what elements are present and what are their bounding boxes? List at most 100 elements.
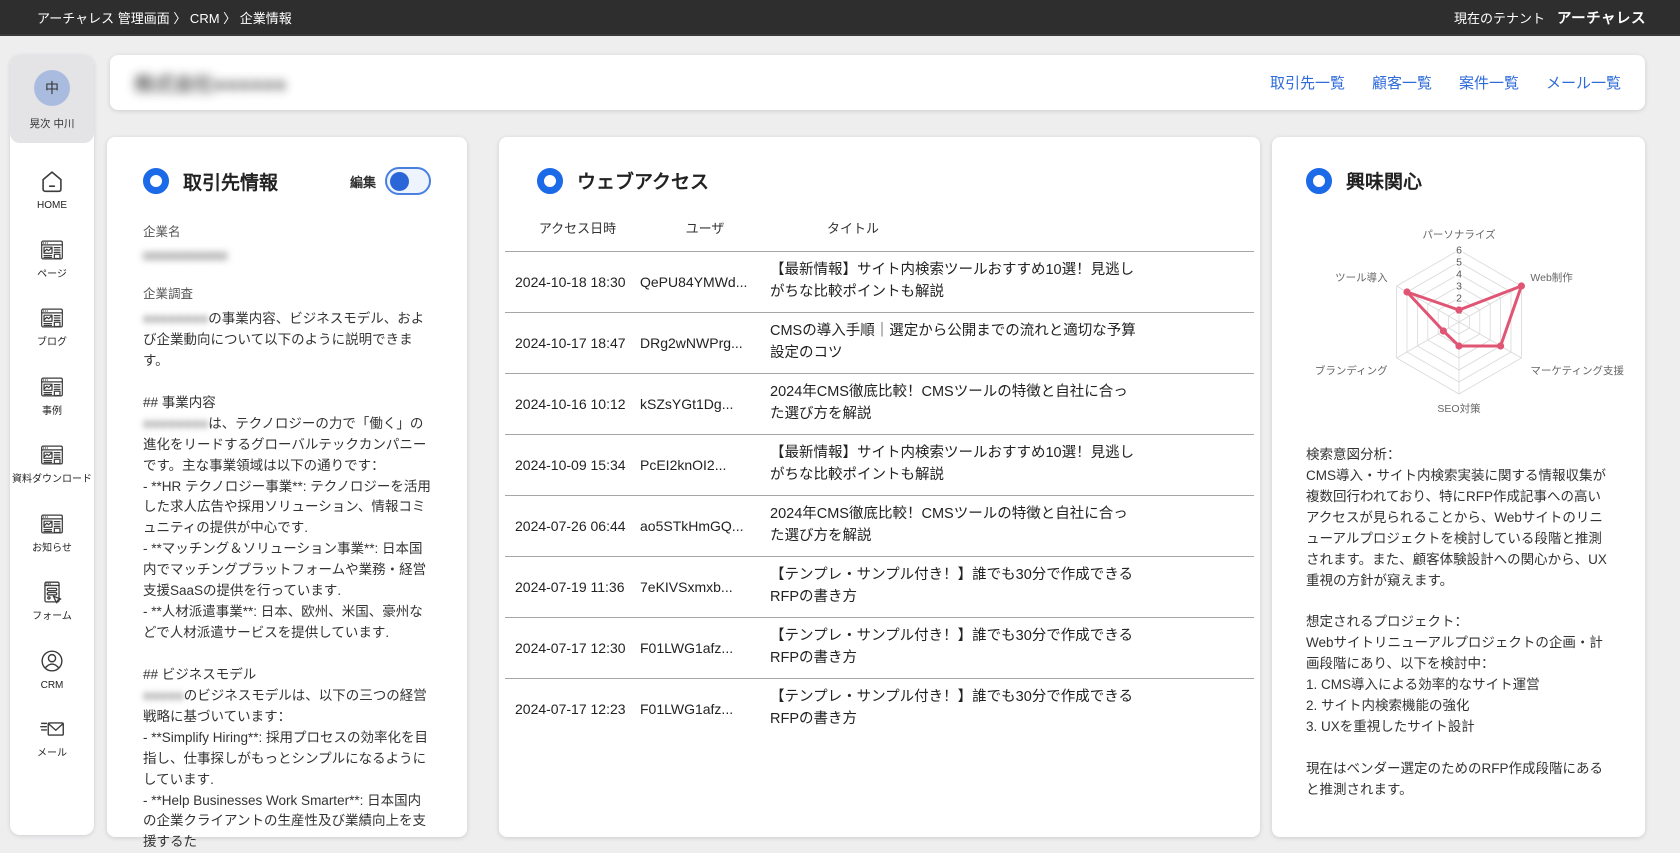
sidebar-user-card[interactable]: 中 晃次 中川 [10, 55, 94, 143]
sidebar-item-label: 資料ダウンロード [12, 474, 92, 485]
svg-text:ブランディング: ブランディング [1315, 364, 1388, 377]
column-header-datetime: アクセス日時 [538, 221, 617, 236]
sidebar-item-home[interactable]: HOME [10, 166, 94, 212]
column-header-title: タイトル [827, 221, 880, 236]
company-research-text: ●●●●●●●●の事業内容、ビジネスモデル、および企業動向について以下のように説… [143, 311, 431, 850]
person-icon [10, 646, 94, 676]
form-icon [10, 577, 94, 607]
svg-text:パーソナライズ: パーソナライズ [1422, 228, 1495, 241]
access-page-title: 【最新情報】サイト内検索ツールおすすめ10選！見逃しがちな比較ポイントも解説 [770, 262, 1135, 300]
access-datetime: 2024-07-26 06:44 [515, 518, 626, 534]
access-user-id: F01LWG1afz... [640, 640, 734, 656]
web-access-card: ウェブアクセス アクセス日時 ユーザ タイトル 2024-10-18 18:30… [499, 137, 1260, 837]
access-user-id: kSZsYGt1Dg... [640, 396, 734, 412]
header-links: 取引先一覧 顧客一覧 案件一覧 メール一覧 [1270, 72, 1621, 93]
web-access-column-headers: アクセス日時 ユーザ タイトル [515, 218, 1230, 237]
home-icon [10, 166, 94, 196]
account-card-head: 取引先情報 編集 [143, 167, 431, 195]
access-datetime: 2024-10-09 15:34 [515, 457, 626, 473]
access-datetime: 2024-07-19 11:36 [515, 579, 625, 595]
redacted-company-name: 株式会社●●●●●● [134, 74, 287, 96]
user-name: 晃次 中川 [29, 118, 75, 130]
access-user-id: QePU84YMWd... [640, 274, 748, 290]
web-access-row[interactable]: 2024-07-19 11:36 7eKIVSxmxb... 【テンプレ・サンプル付… [505, 556, 1254, 617]
page-icon [10, 509, 94, 539]
toggle-knob [390, 171, 409, 191]
interest-analysis-text: 検索意図分析： CMS導入・サイト内検索実装に関する情報収集が複数回行われており… [1306, 447, 1607, 797]
sidebar-item-label: フォーム [32, 611, 72, 622]
sidebar-item-blog[interactable]: ブログ [10, 303, 94, 349]
web-access-row[interactable]: 2024-10-18 18:30 QePU84YMWd... 【最新情報】サイト内検… [505, 251, 1254, 312]
breadcrumb[interactable]: アーチャレス 管理画面 〉 CRM 〉 企業情報 [37, 8, 292, 27]
sidebar-item-label: お知らせ [32, 542, 72, 554]
access-datetime: 2024-10-16 10:12 [515, 396, 626, 412]
redacted-text: ●●●●●●●● [143, 311, 209, 326]
page-icon [10, 235, 94, 265]
link-case-list[interactable]: 案件一覧 [1459, 72, 1519, 93]
access-datetime: 2024-07-17 12:30 [515, 640, 626, 656]
sidebar-item-news[interactable]: お知らせ [10, 509, 94, 555]
sidebar-item-crm[interactable]: CRM [10, 646, 94, 692]
mail-icon [10, 714, 94, 744]
sidebar-item-download[interactable]: 資料ダウンロード [10, 440, 94, 486]
access-user-id: ao5STkHmGQ... [640, 518, 744, 534]
svg-text:6: 6 [1456, 245, 1462, 257]
svg-text:3: 3 [1456, 281, 1462, 293]
edit-toggle[interactable] [385, 167, 431, 195]
account-info-card: 取引先情報 編集 企業名 ●●●●●●●●●● 企業調査 ●●●●●●●●の事業… [107, 137, 467, 849]
sidebar-item-label: メール [37, 748, 67, 759]
sidebar-item-label: HOME [37, 200, 67, 211]
page-icon [10, 372, 94, 402]
access-page-title: 【テンプレ・サンプル付き！】誰でも30分で作成できるRFPの書き方 [770, 567, 1133, 605]
sidebar-item-mail[interactable]: メール [10, 714, 94, 760]
sidebar-item-page[interactable]: ページ [10, 235, 94, 281]
sidebar-item-form[interactable]: フォーム [10, 577, 94, 623]
interest-card-head: 興味関心 [1306, 167, 1611, 194]
sidebar: 中 晃次 中川 HOME ページブログ事例資料ダウンロード お知らせフォーム CRM メ… [10, 55, 94, 835]
redacted-text: ●●●●● [143, 687, 184, 703]
avatar-initial: 中 [45, 80, 59, 96]
svg-text:Web制作: Web制作 [1530, 271, 1573, 284]
link-customer-list[interactable]: 顧客一覧 [1372, 72, 1432, 93]
web-access-row[interactable]: 2024-07-26 06:44 ao5STkHmGQ... 2024年CMS徹底比… [505, 495, 1254, 556]
sidebar-item-case[interactable]: 事例 [10, 372, 94, 418]
avatar: 中 [34, 70, 70, 106]
svg-text:ツール導入: ツール導入 [1335, 271, 1388, 284]
tenant-indicator: 現在のテナント アーチャレス [1454, 7, 1646, 28]
link-partner-list[interactable]: 取引先一覧 [1270, 72, 1345, 93]
interest-card: 興味関心 123456パーソナライズWeb制作マーケティング支援SEO対策ブラン… [1272, 137, 1645, 837]
page-header: 株式会社●●●●●● 取引先一覧 顧客一覧 案件一覧 メール一覧 [110, 55, 1645, 110]
company-name-label: 企業名 [143, 225, 181, 239]
account-card-title: 取引先情報 [183, 172, 279, 194]
web-access-card-title: ウェブアクセス [577, 172, 710, 193]
interest-card-title: 興味関心 [1346, 172, 1423, 193]
access-user-id: DRg2wNWPrg... [640, 335, 743, 351]
access-user-id: PcEI2knOI2... [640, 457, 727, 473]
access-user-id: F01LWG1afz... [640, 701, 734, 717]
web-access-row[interactable]: 2024-10-09 15:34 PcEI2knOI2... 【最新情報】サイト内検… [505, 434, 1254, 495]
edit-control: 編集 [350, 167, 431, 195]
section-ring-icon [537, 167, 563, 194]
company-research-label: 企業調査 [143, 287, 194, 301]
sidebar-nav: HOME ページブログ事例資料ダウンロード お知らせフォーム CRM メール [10, 166, 94, 760]
link-mail-list[interactable]: メール一覧 [1546, 72, 1621, 93]
sidebar-item-label: 事例 [42, 405, 62, 417]
section-ring-icon [143, 168, 169, 194]
access-page-title: 2024年CMS徹底比較！CMSツールの特徴と自社に合った選び方を解説 [770, 506, 1128, 544]
redacted-company-name-value: ●●●●●●●●●● [143, 247, 228, 263]
sidebar-item-label: CRM [40, 679, 64, 691]
web-access-row[interactable]: 2024-07-17 12:30 F01LWG1afz... 【テンプレ・サンプル付… [505, 617, 1254, 678]
access-datetime: 2024-07-17 12:23 [515, 701, 626, 717]
column-header-user: ユーザ [685, 221, 725, 236]
web-access-row[interactable]: 2024-10-16 10:12 kSZsYGt1Dg... 2024年CMS徹底比… [505, 373, 1254, 434]
access-user-id: 7eKIVSxmxb... [640, 579, 733, 595]
interest-radar-chart: 123456パーソナライズWeb制作マーケティング支援SEO対策ブランディングツ… [1289, 204, 1629, 431]
web-access-row[interactable]: 2024-07-17 12:23 F01LWG1afz... 【テンプレ・サンプル付… [505, 678, 1254, 739]
access-page-title: CMSの導入手順｜選定から公開までの流れと適切な予算設定のコツ [770, 323, 1136, 361]
access-datetime: 2024-10-17 18:47 [515, 335, 626, 351]
access-page-title: 2024年CMS徹底比較！CMSツールの特徴と自社に合った選び方を解説 [770, 384, 1128, 422]
svg-text:4: 4 [1456, 269, 1462, 281]
section-ring-icon [1306, 167, 1332, 194]
web-access-row[interactable]: 2024-10-17 18:47 DRg2wNWPrg... CMSの導入手順｜選定… [505, 312, 1254, 373]
tenant-name: アーチャレス [1557, 10, 1646, 27]
